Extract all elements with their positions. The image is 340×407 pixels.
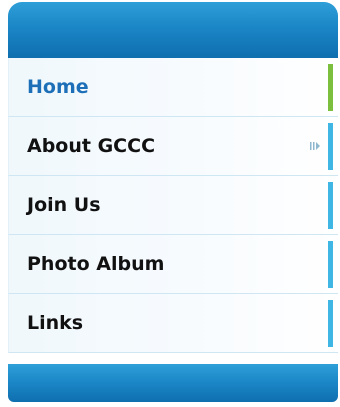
menu-item-label: About GCCC <box>27 135 156 157</box>
item-marker <box>328 241 333 288</box>
menu-item-home[interactable]: Home <box>8 58 338 117</box>
menu-item-photo-album[interactable]: Photo Album <box>8 235 338 294</box>
item-marker <box>328 123 333 170</box>
active-marker <box>328 64 333 111</box>
menu-list: Home About GCCC Join Us Photo Album Link… <box>8 58 338 362</box>
menu-item-label: Home <box>27 76 89 98</box>
menu-item-label: Join Us <box>27 194 101 216</box>
item-marker <box>328 182 333 229</box>
menu-item-about-gccc[interactable]: About GCCC <box>8 117 338 176</box>
item-marker <box>328 300 333 347</box>
menu-item-label: Photo Album <box>27 253 165 275</box>
menu-header-bar <box>8 2 338 58</box>
submenu-arrow-icon <box>310 142 320 150</box>
nav-menu: Home About GCCC Join Us Photo Album Link… <box>8 2 338 402</box>
menu-footer-bar <box>8 364 338 402</box>
menu-item-label: Links <box>27 312 84 334</box>
menu-item-links[interactable]: Links <box>8 294 338 353</box>
menu-item-join-us[interactable]: Join Us <box>8 176 338 235</box>
